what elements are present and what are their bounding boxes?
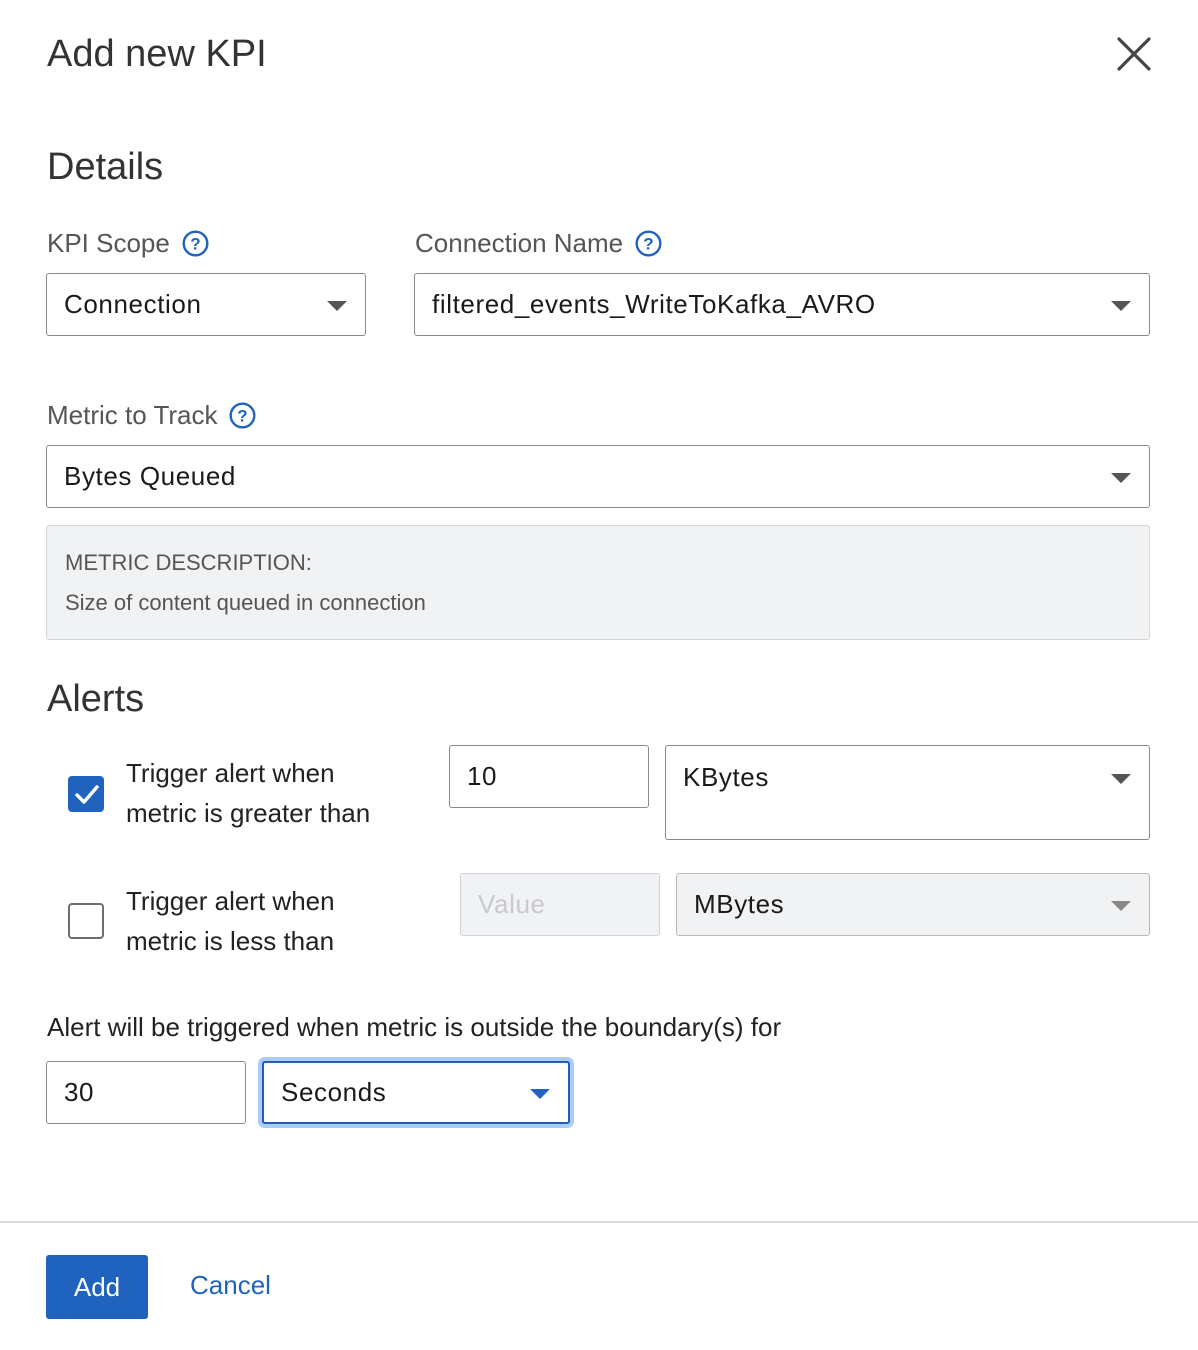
duration-unit-select[interactable]: Seconds (262, 1061, 570, 1124)
kpi-scope-select[interactable]: Connection (46, 273, 366, 336)
footer-divider (0, 1221, 1198, 1223)
checkmark-icon (75, 785, 99, 804)
alerts-heading: Alerts (47, 678, 145, 720)
metric-description-text: Size of content queued in connection (65, 590, 426, 615)
less-than-value-input[interactable]: Value (460, 873, 660, 936)
dialog-title: Add new KPI (47, 33, 267, 75)
less-than-checkbox[interactable] (68, 903, 104, 939)
chevron-down-icon (1111, 774, 1131, 784)
kpi-scope-label-text: KPI Scope (47, 228, 170, 258)
less-than-label: Trigger alert when metric is less than (126, 881, 335, 961)
metric-description-label: METRIC DESCRIPTION: (65, 550, 312, 575)
less-than-label-line1: Trigger alert when (126, 886, 335, 916)
chevron-down-icon (1111, 300, 1131, 311)
greater-than-checkbox[interactable] (68, 776, 104, 812)
less-than-label-line2: metric is less than (126, 926, 335, 956)
cancel-button[interactable]: Cancel (190, 1270, 271, 1301)
metric-label-text: Metric to Track (47, 400, 218, 430)
svg-text:?: ? (643, 235, 653, 254)
metric-label: Metric to Track ? (47, 400, 256, 431)
help-circle-icon[interactable]: ? (229, 402, 256, 429)
chevron-down-icon (530, 1088, 550, 1099)
add-kpi-dialog: Add new KPI Details KPI Scope ? Connecti… (0, 0, 1198, 1350)
connection-name-label-text: Connection Name (415, 228, 624, 258)
connection-name-select[interactable]: filtered_events_WriteToKafka_AVRO (414, 273, 1150, 336)
greater-than-value-input[interactable]: 10 (449, 745, 649, 808)
kpi-scope-label: KPI Scope ? (47, 228, 209, 259)
chevron-down-icon (327, 300, 347, 311)
connection-name-value: filtered_events_WriteToKafka_AVRO (432, 289, 876, 319)
help-circle-icon[interactable]: ? (635, 230, 662, 257)
details-heading: Details (47, 146, 164, 188)
help-circle-icon[interactable]: ? (182, 230, 209, 257)
greater-than-label-line1: Trigger alert when (126, 758, 335, 788)
less-than-unit-value: MBytes (694, 889, 785, 919)
boundary-text: Alert will be triggered when metric is o… (47, 1012, 782, 1042)
metric-value: Bytes Queued (64, 461, 236, 491)
duration-unit-value: Seconds (281, 1077, 387, 1107)
kpi-scope-value: Connection (64, 289, 202, 319)
metric-select[interactable]: Bytes Queued (46, 445, 1150, 508)
metric-description-box: METRIC DESCRIPTION: Size of content queu… (46, 525, 1150, 640)
greater-than-label: Trigger alert when metric is greater tha… (126, 753, 370, 833)
chevron-down-icon (1111, 900, 1131, 911)
connection-name-label: Connection Name ? (415, 228, 662, 259)
greater-than-label-line2: metric is greater than (126, 798, 371, 828)
less-than-unit-select[interactable]: MBytes (676, 873, 1150, 936)
greater-than-unit-select[interactable]: KBytes (665, 745, 1150, 840)
add-button[interactable]: Add (46, 1255, 148, 1319)
svg-text:?: ? (238, 407, 248, 426)
duration-value-input[interactable]: 30 (46, 1061, 246, 1124)
close-icon[interactable] (1112, 32, 1156, 76)
chevron-down-icon (1111, 472, 1131, 483)
greater-than-unit-value: KBytes (683, 762, 769, 792)
svg-text:?: ? (190, 235, 200, 254)
